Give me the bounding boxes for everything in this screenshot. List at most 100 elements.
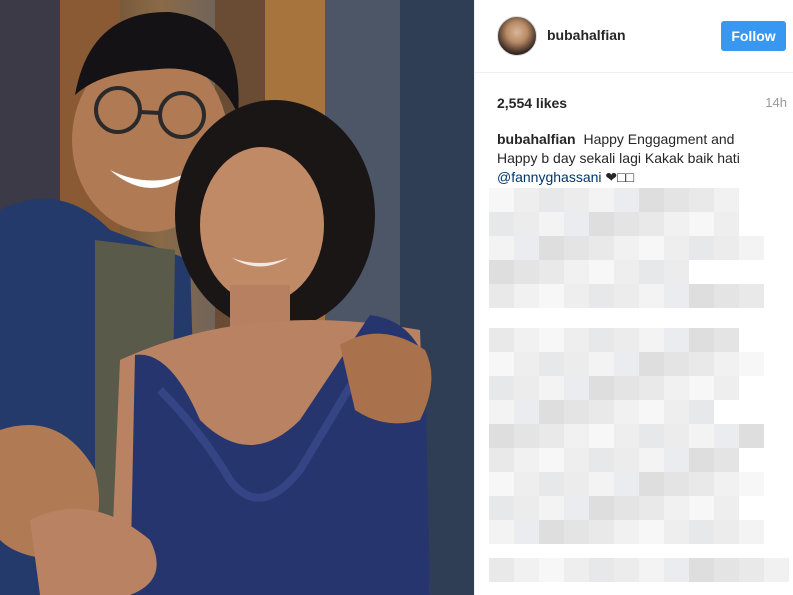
blur-cell <box>564 558 589 582</box>
blur-cell <box>589 520 614 544</box>
blur-cell <box>739 328 764 352</box>
blur-cell <box>639 352 664 376</box>
blur-cell <box>639 400 664 424</box>
blur-cell <box>639 496 664 520</box>
blur-cell <box>689 400 714 424</box>
blur-cell <box>664 328 689 352</box>
blur-cell <box>764 448 789 472</box>
blur-cell <box>714 558 739 582</box>
blur-cell <box>714 448 739 472</box>
blur-cell <box>564 472 589 496</box>
blur-cell <box>714 352 739 376</box>
blur-cell <box>739 558 764 582</box>
blur-cell <box>739 520 764 544</box>
blur-cell <box>739 472 764 496</box>
blur-cell <box>764 400 789 424</box>
blur-cell <box>614 236 639 260</box>
blur-cell <box>664 188 689 212</box>
blur-cell <box>564 448 589 472</box>
blur-cell <box>514 236 539 260</box>
blur-cell <box>614 188 639 212</box>
blur-cell <box>639 448 664 472</box>
caption-mention[interactable]: @fannyghassani <box>497 169 602 185</box>
caption-username[interactable]: bubahalfian <box>497 131 576 147</box>
blur-cell <box>639 212 664 236</box>
blur-cell <box>764 284 789 308</box>
blur-cell <box>614 376 639 400</box>
blur-cell <box>539 212 564 236</box>
blur-cell <box>539 260 564 284</box>
post-timestamp[interactable]: 14h <box>765 95 787 110</box>
blur-cell <box>514 496 539 520</box>
blur-cell <box>739 188 764 212</box>
blur-cell <box>489 424 514 448</box>
blur-cell <box>614 400 639 424</box>
blur-cell <box>489 260 514 284</box>
blur-cell <box>514 352 539 376</box>
blur-cell <box>664 472 689 496</box>
blur-cell <box>714 376 739 400</box>
blur-cell <box>564 424 589 448</box>
blur-cell <box>514 520 539 544</box>
blur-cell <box>714 400 739 424</box>
blur-cell <box>489 328 514 352</box>
caption-emoji: ❤□□ <box>605 169 635 185</box>
blur-cell <box>739 448 764 472</box>
blur-cell <box>489 496 514 520</box>
blurred-comment-block <box>489 558 789 582</box>
blur-cell <box>689 352 714 376</box>
blur-cell <box>689 472 714 496</box>
blurred-comment-block <box>489 328 789 544</box>
blur-cell <box>764 520 789 544</box>
blur-cell <box>689 558 714 582</box>
blur-cell <box>714 236 739 260</box>
blur-cell <box>689 496 714 520</box>
follow-button[interactable]: Follow <box>721 21 786 51</box>
blur-cell <box>689 328 714 352</box>
blur-cell <box>639 376 664 400</box>
blur-cell <box>639 558 664 582</box>
post-sidebar: bubahalfian Follow 2,554 likes 14h bubah… <box>474 0 793 595</box>
blur-cell <box>689 520 714 544</box>
blurred-comment-block <box>489 188 789 308</box>
blur-cell <box>514 424 539 448</box>
blur-cell <box>614 424 639 448</box>
blur-cell <box>589 212 614 236</box>
blur-cell <box>714 424 739 448</box>
blur-cell <box>664 400 689 424</box>
blur-cell <box>614 496 639 520</box>
blur-cell <box>764 212 789 236</box>
blur-cell <box>689 448 714 472</box>
blur-cell <box>564 352 589 376</box>
blur-cell <box>564 260 589 284</box>
blur-cell <box>639 520 664 544</box>
blur-cell <box>714 212 739 236</box>
post-header: bubahalfian Follow <box>475 0 793 73</box>
blur-cell <box>514 284 539 308</box>
blur-cell <box>614 212 639 236</box>
blur-cell <box>589 496 614 520</box>
blur-cell <box>514 472 539 496</box>
post-caption: bubahalfian Happy Enggagment and Happy b… <box>497 130 767 187</box>
post-photo-illustration <box>0 0 474 595</box>
blur-cell <box>539 328 564 352</box>
blur-cell <box>489 212 514 236</box>
blur-cell <box>764 188 789 212</box>
blur-cell <box>514 212 539 236</box>
blur-cell <box>714 328 739 352</box>
blur-cell <box>514 376 539 400</box>
blur-cell <box>564 520 589 544</box>
blur-cell <box>664 376 689 400</box>
blur-cell <box>764 260 789 284</box>
blur-cell <box>664 284 689 308</box>
blur-cell <box>689 260 714 284</box>
blur-cell <box>764 558 789 582</box>
avatar[interactable] <box>497 16 537 56</box>
blur-cell <box>739 236 764 260</box>
blur-cell <box>489 472 514 496</box>
post-photo[interactable] <box>0 0 474 595</box>
username-link[interactable]: bubahalfian <box>547 27 626 43</box>
likes-row: 2,554 likes 14h <box>497 95 787 115</box>
blur-cell <box>539 472 564 496</box>
likes-count[interactable]: 2,554 likes <box>497 95 567 111</box>
